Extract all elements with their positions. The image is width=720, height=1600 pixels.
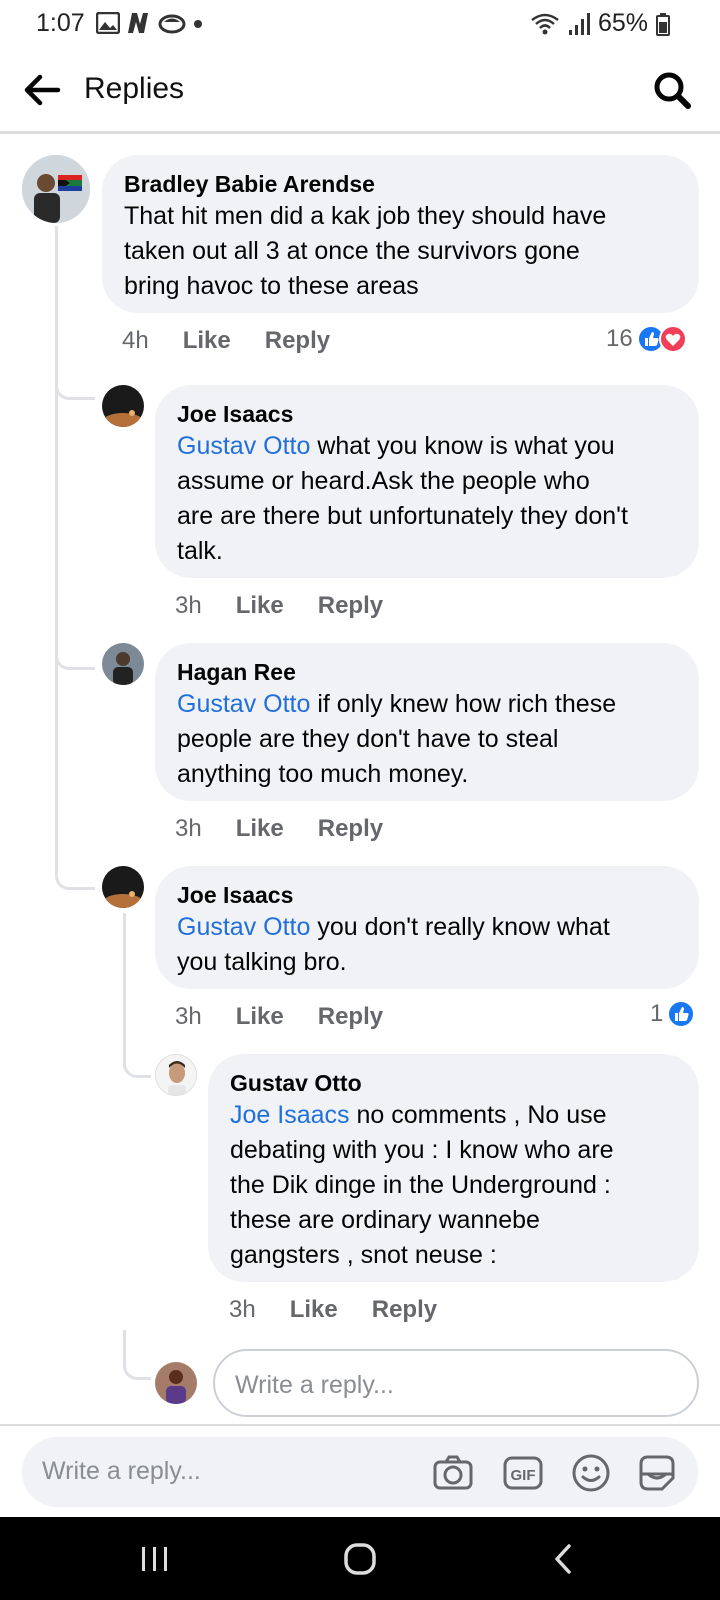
svg-text:GIF: GIF <box>511 1467 536 1484</box>
avatar-image <box>102 385 144 427</box>
dot-icon <box>194 20 202 28</box>
emoji-icon[interactable] <box>570 1452 612 1494</box>
recent-apps-icon[interactable] <box>135 1539 175 1579</box>
reaction-count: 16 <box>606 325 633 352</box>
system-nav-bar <box>0 1517 720 1600</box>
back-arrow-icon[interactable] <box>22 70 62 110</box>
like-button[interactable]: Like <box>236 592 284 620</box>
home-icon[interactable] <box>340 1539 380 1579</box>
sticker-icon[interactable] <box>636 1452 678 1494</box>
avatar[interactable] <box>155 1054 197 1096</box>
like-button[interactable]: Like <box>290 1296 338 1324</box>
status-time: 1:07 <box>36 9 85 37</box>
thread-connector <box>55 630 95 670</box>
reply-composer[interactable]: Write a reply... GIF <box>22 1437 698 1507</box>
comment-bubble: Joe Isaacs Gustav Otto you don't really … <box>155 866 699 989</box>
avatar-image <box>156 1055 196 1095</box>
reply-button[interactable]: Reply <box>318 815 383 843</box>
comment-text: Gustav Otto if only knew how rich these … <box>177 690 617 788</box>
reply-button[interactable]: Reply <box>265 327 330 355</box>
current-user-avatar <box>155 1362 197 1404</box>
like-button[interactable]: Like <box>236 815 284 843</box>
mention-link[interactable]: Joe Isaacs <box>230 1101 350 1129</box>
mention-link[interactable]: Gustav Otto <box>177 913 310 941</box>
gallery-icon <box>96 12 120 34</box>
comment-time: 3h <box>175 592 202 619</box>
comment-text: Gustav Otto what you know is what you as… <box>177 432 628 565</box>
back-nav-icon[interactable] <box>545 1539 585 1579</box>
wifi-icon <box>531 13 559 34</box>
comment-text: Joe Isaacs no comments , No use debating… <box>230 1101 614 1269</box>
avatar[interactable] <box>102 385 144 427</box>
reply-button[interactable]: Reply <box>372 1296 437 1324</box>
comment-bubble: Gustav Otto Joe Isaacs no comments , No … <box>208 1054 699 1282</box>
thread-line-nested <box>123 913 126 1068</box>
comment-time: 3h <box>175 815 202 842</box>
reply-button[interactable]: Reply <box>318 1003 383 1031</box>
avatar[interactable] <box>102 866 144 908</box>
avatar-image <box>22 155 90 223</box>
comment-time: 3h <box>229 1296 256 1323</box>
battery-percent: 65% <box>597 9 648 37</box>
search-icon[interactable] <box>652 70 692 110</box>
inline-reply-input[interactable]: Write a reply... <box>213 1349 699 1417</box>
comment-actions: 4h Like Reply <box>122 327 364 355</box>
cloud-icon <box>158 14 186 34</box>
system-indicators: 65% <box>530 9 670 38</box>
love-reaction-icon <box>658 325 687 353</box>
comment-time: 3h <box>175 1003 202 1030</box>
comment-author[interactable]: Joe Isaacs <box>177 399 677 429</box>
comment-author[interactable]: Bradley Babie Arendse <box>124 169 677 199</box>
reply-button[interactable]: Reply <box>318 592 383 620</box>
comment-author[interactable]: Joe Isaacs <box>177 880 677 910</box>
thread-line-main <box>55 226 58 866</box>
app-header: Replies <box>0 48 720 134</box>
reaction-summary[interactable]: 16 <box>606 325 687 353</box>
avatar-image <box>102 866 144 908</box>
composer-placeholder: Write a reply... <box>42 1457 201 1485</box>
comment-bubble: Joe Isaacs Gustav Otto what you know is … <box>155 385 699 578</box>
reaction-count: 1 <box>650 1000 664 1027</box>
avatar-image <box>102 643 144 685</box>
thread-connector <box>123 1330 151 1380</box>
like-reaction-icon <box>667 1000 696 1028</box>
mention-link[interactable]: Gustav Otto <box>177 432 310 460</box>
comment-text: Gustav Otto you don't really know what y… <box>177 913 610 976</box>
comment-author[interactable]: Hagan Ree <box>177 657 677 687</box>
notification-icons <box>96 12 204 34</box>
signal-icon <box>568 12 590 35</box>
comment-bubble: Hagan Ree Gustav Otto if only knew how r… <box>155 643 699 801</box>
like-button[interactable]: Like <box>236 1003 284 1031</box>
comment-bubble: Bradley Babie Arendse That hit men did a… <box>102 155 699 313</box>
mention-link[interactable]: Gustav Otto <box>177 690 310 718</box>
avatar[interactable] <box>22 155 90 223</box>
camera-icon[interactable] <box>432 1452 474 1494</box>
reaction-summary[interactable]: 1 <box>650 1000 696 1028</box>
comment-text: That hit men did a kak job they should h… <box>124 202 607 300</box>
page-title: Replies <box>84 72 185 105</box>
battery-icon <box>656 12 670 36</box>
comment-author[interactable]: Gustav Otto <box>230 1068 677 1098</box>
thread-connector <box>55 850 95 890</box>
avatar-image <box>155 1362 197 1404</box>
thread-connector <box>123 1050 151 1078</box>
gif-icon[interactable]: GIF <box>502 1452 544 1494</box>
thread-connector <box>55 370 95 400</box>
comment-actions: 3h Like Reply <box>175 1003 417 1031</box>
comment-actions: 3h Like Reply <box>229 1296 471 1324</box>
netflix-icon <box>128 13 148 33</box>
status-bar: 1:07 65% <box>0 0 720 48</box>
divider <box>0 1424 720 1426</box>
avatar[interactable] <box>102 643 144 685</box>
comment-time: 4h <box>122 327 149 354</box>
comment-actions: 3h Like Reply <box>175 815 417 843</box>
like-button[interactable]: Like <box>183 327 231 355</box>
comment-actions: 3h Like Reply <box>175 592 417 620</box>
